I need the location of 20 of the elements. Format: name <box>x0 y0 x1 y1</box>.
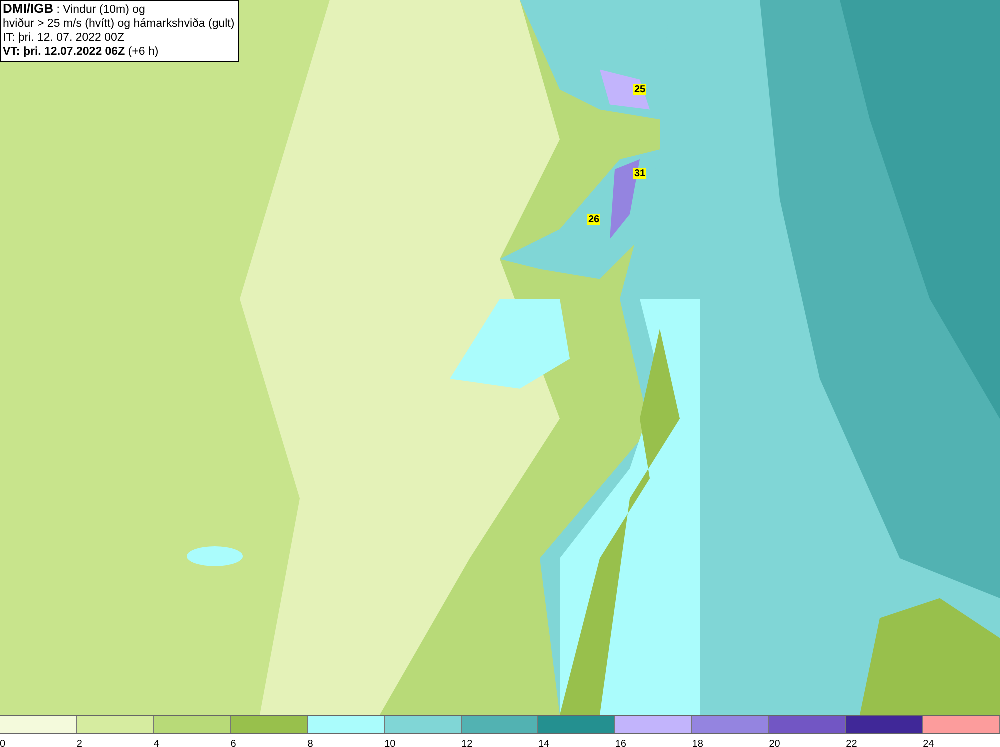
legend-tick-label: 0 <box>0 739 6 747</box>
gust-label: 31 <box>633 168 647 180</box>
legend-tick-label: 12 <box>462 739 473 747</box>
gust-label: 25 <box>633 84 647 96</box>
legend-tick-label: 18 <box>692 739 704 747</box>
title-line: IT: þri. 12. 07. 2022 00Z <box>3 31 126 45</box>
legend-tick-label: 8 <box>308 739 314 747</box>
legend-tick-label: 10 <box>384 739 396 747</box>
legend-tick-label: 22 <box>846 739 858 747</box>
title-line: hviður > 25 m/s (hvítt) og hámarkshviða (gult) <box>3 17 235 31</box>
legend-tick-label: 16 <box>615 739 626 747</box>
legend-tick-label: 6 <box>230 739 236 747</box>
title-line: VT: þri. 12.07.2022 06Z (+6 h) <box>3 45 160 59</box>
legend-tick-label: 24 <box>923 739 934 747</box>
gust-label: 26 <box>587 214 601 226</box>
legend-tick-label: 14 <box>538 739 550 747</box>
title-line: DMI/IGB : Vindur (10m) og <box>3 2 146 17</box>
legend-tick-label: 4 <box>154 739 160 747</box>
legend-tick-label: 20 <box>769 739 780 747</box>
legend-tick-label: 2 <box>76 739 82 747</box>
